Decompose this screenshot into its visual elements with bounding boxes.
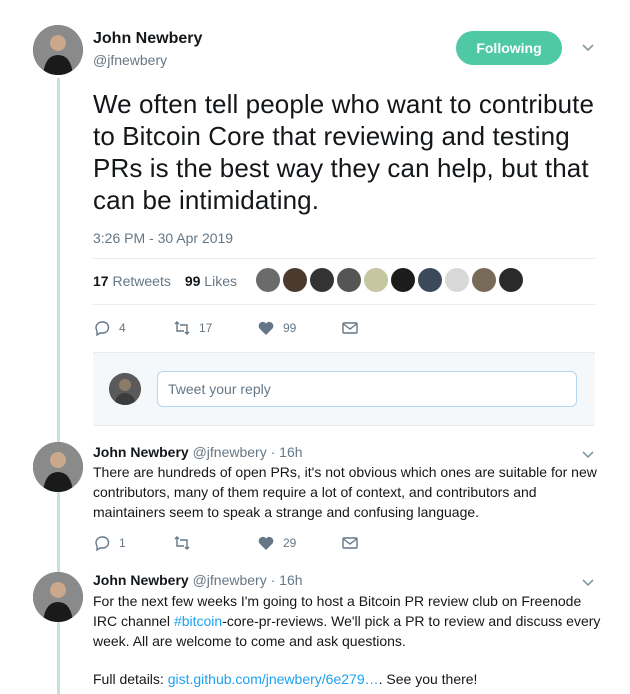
retweet-action[interactable]: 17 [173,319,257,337]
author-avatar[interactable] [33,25,83,75]
chevron-down-icon[interactable] [581,40,595,57]
gist-link[interactable]: gist.github.com/jnewbery/6e279… [168,671,379,687]
author-name[interactable]: John Newbery [93,572,189,588]
dm-action[interactable] [341,319,359,337]
chevron-down-icon[interactable] [581,575,595,592]
tweet-text: For the next few weeks I'm going to host… [93,593,601,649]
liker-avatar[interactable] [337,268,361,292]
like-count: 29 [283,536,297,550]
liker-avatar[interactable] [310,268,334,292]
retweet-action[interactable] [173,534,257,552]
author-name[interactable]: John Newbery [93,30,202,48]
liker-avatar[interactable] [499,268,523,292]
tweet-timestamp[interactable]: 3:26 PM - 30 Apr 2019 [93,230,233,246]
user-avatar [109,373,141,405]
retweet-icon [174,536,190,550]
envelope-icon [342,322,358,334]
liker-avatar[interactable] [445,268,469,292]
liker-avatar[interactable] [256,268,280,292]
reply-icon [95,321,110,337]
retweet-icon [174,321,190,335]
reply-count: 4 [119,321,126,335]
author-handle[interactable]: @jfnewbery [193,444,267,460]
hashtag-link[interactable]: #bitcoin [174,613,222,629]
reply-composer: Tweet your reply [93,352,595,426]
tweet-header: John Newbery @jfnewbery · 16h [93,444,303,460]
like-action[interactable]: 29 [257,534,341,552]
like-action[interactable]: 99 [257,319,341,337]
likes-stat[interactable]: 99 Likes [185,273,237,289]
liker-avatar[interactable] [472,268,496,292]
tweet-time[interactable]: · 16h [271,572,303,588]
author-avatar[interactable] [33,442,83,492]
like-count: 99 [283,321,297,335]
reply-icon [95,536,110,552]
liker-avatar[interactable] [364,268,388,292]
author-handle[interactable]: @jfnewbery [93,52,167,68]
tweet-actions: 1 29 [93,534,359,552]
tweet-text: We often tell people who want to contrib… [93,89,595,215]
tweet-text: There are hundreds of open PRs, it's not… [93,464,597,520]
reply-count: 1 [119,536,126,550]
author-avatar[interactable] [33,572,83,622]
divider [93,258,595,259]
tweet-details: Full details: gist.github.com/jnewbery/6… [93,671,478,687]
reply-action[interactable]: 4 [93,319,173,337]
divider [93,304,595,305]
tweet-time[interactable]: · 16h [271,444,303,460]
dm-action[interactable] [341,534,359,552]
heart-icon [258,536,274,550]
liker-avatar[interactable] [283,268,307,292]
tweet-stats: 17 Retweets 99 Likes [93,273,237,289]
heart-icon [258,321,274,335]
envelope-icon [342,537,358,549]
reply-action[interactable]: 1 [93,534,173,552]
reply-input[interactable]: Tweet your reply [157,371,577,407]
tweet-header: John Newbery @jfnewbery · 16h [93,572,303,588]
liker-avatar[interactable] [418,268,442,292]
tweet-actions: 4 17 99 [93,319,359,337]
liker-avatars [256,268,523,292]
liker-avatar[interactable] [391,268,415,292]
following-button[interactable]: Following [456,31,562,65]
retweet-count: 17 [199,321,213,335]
author-handle[interactable]: @jfnewbery [193,572,267,588]
author-name[interactable]: John Newbery [93,444,189,460]
retweets-stat[interactable]: 17 Retweets [93,273,171,289]
